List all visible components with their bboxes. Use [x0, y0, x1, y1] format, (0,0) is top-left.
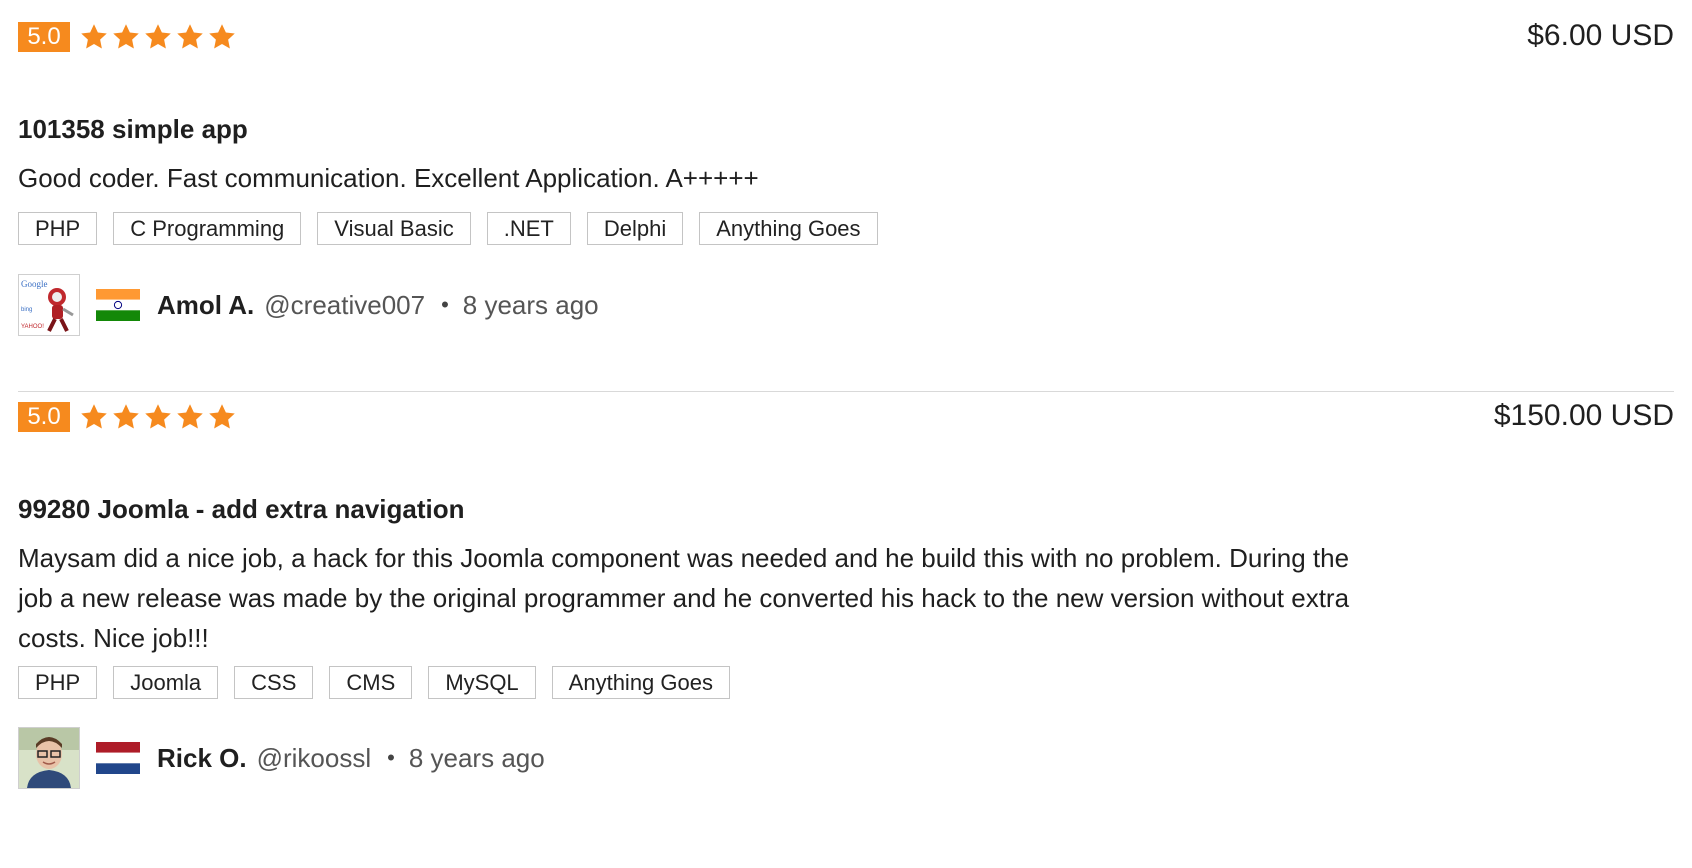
star-icon: [145, 404, 171, 429]
star-icon: [177, 24, 203, 49]
skill-tags: PHP C Programming Visual Basic .NET Delp…: [18, 212, 894, 245]
skill-tag[interactable]: Anything Goes: [699, 212, 878, 245]
reviewer-info: Google bing YAHOO! Amol A. @creative007 …: [18, 273, 599, 337]
separator-dot: •: [441, 292, 449, 317]
review-date: 8 years ago: [408, 742, 545, 773]
skill-tag[interactable]: Visual Basic: [317, 212, 471, 245]
reviewer-handle[interactable]: @creative007: [264, 290, 425, 321]
svg-text:bing: bing: [21, 307, 32, 313]
skill-tag[interactable]: .NET: [486, 212, 571, 245]
star-rating: [79, 22, 239, 52]
star-icon: [81, 404, 107, 429]
review-text: Maysam did a nice job, a hack for this J…: [18, 543, 1350, 653]
star-icon: [209, 24, 235, 49]
project-title[interactable]: 99280 Joomla - add extra navigation: [18, 492, 465, 526]
separator-dot: •: [387, 745, 395, 770]
svg-text:Google: Google: [21, 279, 48, 289]
skill-tag[interactable]: MySQL: [428, 666, 536, 699]
skill-tag[interactable]: CSS: [234, 666, 314, 699]
project-price: $6.00 USD: [1527, 19, 1674, 52]
project-price: $150.00 USD: [1493, 399, 1674, 432]
reviewer-handle[interactable]: @rikoossl: [257, 743, 372, 774]
star-icon: [177, 404, 203, 429]
star-icon: [113, 404, 139, 429]
robot-search-logos-avatar[interactable]: Google bing YAHOO!: [18, 274, 80, 336]
review-text: Good coder. Fast communication. Excellen…: [18, 163, 759, 193]
project-title[interactable]: 101358 simple app: [18, 112, 248, 146]
review-date: 8 years ago: [462, 289, 599, 320]
flag-india-icon: [96, 289, 140, 321]
reviews-page: 5.0 $6.00 USD 101358 simple app Good cod…: [0, 0, 1692, 868]
star-icon: [145, 24, 171, 49]
skill-tag[interactable]: CMS: [329, 666, 413, 699]
flag-netherlands-icon: [96, 742, 140, 774]
star-rating: [79, 402, 239, 432]
skill-tag[interactable]: PHP: [18, 212, 98, 245]
skill-tag[interactable]: Anything Goes: [551, 666, 730, 699]
rating-score-badge: 5.0: [18, 22, 70, 52]
rating: 5.0: [18, 22, 239, 52]
star-icon: [113, 24, 139, 49]
reviewer-name[interactable]: Amol A.: [157, 290, 254, 321]
skill-tag[interactable]: Delphi: [586, 212, 684, 245]
skill-tag[interactable]: PHP: [18, 666, 98, 699]
svg-text:YAHOO!: YAHOO!: [21, 324, 44, 330]
skill-tags: PHP Joomla CSS CMS MySQL Anything Goes: [18, 666, 746, 699]
rating-score-badge: 5.0: [18, 402, 70, 432]
man-with-glasses-avatar[interactable]: [18, 727, 80, 789]
star-icon: [81, 24, 107, 49]
reviewer-name[interactable]: Rick O.: [157, 743, 247, 774]
rating: 5.0: [18, 402, 239, 432]
review-divider: [18, 391, 1674, 392]
skill-tag[interactable]: C Programming: [113, 212, 302, 245]
skill-tag[interactable]: Joomla: [113, 666, 219, 699]
reviewer-info: Rick O. @rikoossl • 8 years ago: [18, 726, 545, 790]
star-icon: [209, 404, 235, 429]
